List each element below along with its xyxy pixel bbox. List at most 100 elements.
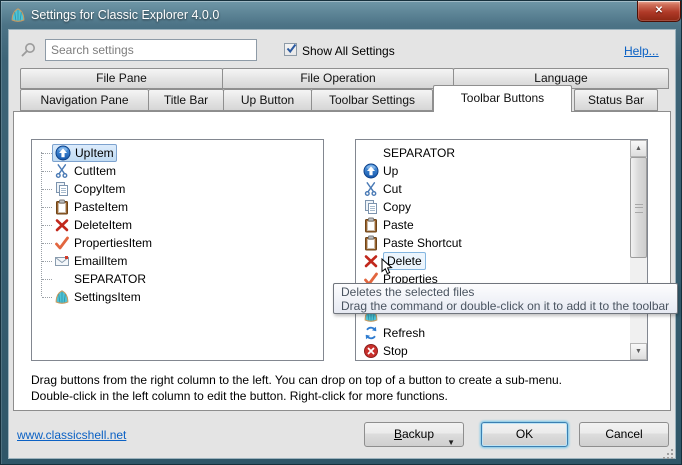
list-item-label: UpItem — [75, 145, 114, 161]
tab-navigation-pane[interactable]: Navigation Pane — [20, 89, 149, 111]
list-item-label: PasteItem — [74, 199, 128, 215]
list-item[interactable]: Cut — [357, 180, 646, 198]
tree-root-line — [41, 152, 42, 296]
list-item[interactable]: SettingsItem — [33, 288, 322, 306]
tab-status-bar[interactable]: Status Bar — [574, 89, 658, 111]
scroll-down-icon: ▼ — [635, 348, 642, 355]
list-item-label: Cut — [383, 181, 402, 197]
cut-icon — [363, 181, 379, 197]
tab-toolbar-buttons[interactable]: Toolbar Buttons — [433, 85, 572, 112]
list-item[interactable]: EmailItem — [33, 252, 322, 270]
list-item-label: SEPARATOR — [383, 145, 455, 161]
scrollbar[interactable]: ▲ ▼ — [630, 140, 647, 360]
delete-icon — [54, 217, 70, 233]
tab-file-operation[interactable]: File Operation — [222, 68, 454, 89]
resize-grip[interactable] — [663, 447, 674, 458]
list-item[interactable]: PropertiesItem — [33, 234, 322, 252]
list-item-label: Paste — [383, 217, 414, 233]
list-item-label: CutItem — [74, 163, 116, 179]
scroll-up-icon: ▲ — [635, 145, 642, 152]
ok-button[interactable]: OK — [481, 422, 568, 447]
show-all-checkbox[interactable] — [284, 43, 297, 56]
up-icon — [363, 163, 379, 179]
current-buttons-list[interactable]: UpItem CutItemCopyItemPasteItemDeleteItem… — [31, 139, 324, 361]
list-item[interactable]: PasteItem — [33, 198, 322, 216]
list-item-label: Copy — [383, 199, 411, 215]
paste-icon — [363, 217, 379, 233]
list-item[interactable]: CopyItem — [33, 180, 322, 198]
backup-button[interactable]: Backup ▼ — [364, 422, 464, 447]
tree-branch-line — [42, 243, 52, 244]
settings-window: Settings for Classic Explorer 4.0.0 ✕ Sh… — [0, 0, 682, 465]
copy-icon — [54, 181, 70, 197]
tab-file-pane[interactable]: File Pane — [20, 68, 223, 89]
list-item[interactable]: Paste — [357, 216, 646, 234]
tree-branch-line — [42, 297, 52, 298]
shell-icon — [54, 289, 70, 305]
list-item-label: Stop — [383, 343, 408, 359]
search-icon — [19, 41, 37, 59]
copy-icon — [363, 199, 379, 215]
list-item-label: SettingsItem — [74, 289, 141, 305]
list-item-label: SEPARATOR — [74, 271, 146, 287]
stop-icon — [363, 343, 379, 359]
list-item[interactable]: SEPARATOR — [357, 144, 646, 162]
up-icon — [55, 145, 71, 161]
dropdown-arrow-icon: ▼ — [447, 431, 455, 454]
tab-up-button[interactable]: Up Button — [223, 89, 312, 111]
list-item[interactable]: Stop — [357, 342, 646, 359]
close-button[interactable]: ✕ — [637, 1, 681, 22]
website-link[interactable]: www.classicshell.net — [17, 428, 126, 442]
list-item[interactable]: Paste Shortcut — [357, 234, 646, 252]
list-item-label: EmailItem — [74, 253, 127, 269]
tree-branch-line — [42, 225, 52, 226]
blank-icon — [363, 145, 379, 161]
blank-icon — [54, 271, 70, 287]
tooltip: Deletes the selected files Drag the comm… — [333, 283, 678, 314]
tree-branch-line — [42, 279, 52, 280]
instructions-line1: Drag buttons from the right column to th… — [31, 372, 562, 388]
tree-branch-line — [42, 261, 52, 262]
tooltip-line2: Drag the command or double-click on it t… — [341, 299, 670, 313]
help-link[interactable]: Help... — [624, 44, 659, 58]
scrollbar-thumb[interactable] — [630, 157, 647, 258]
list-item-label: PropertiesItem — [74, 235, 152, 251]
scrollbar-up-button[interactable]: ▲ — [630, 140, 647, 157]
available-commands-list[interactable]: SEPARATOR Up Cut Copy Paste Paste ShortcutDel… — [355, 139, 648, 361]
list-item[interactable]: Up — [357, 162, 646, 180]
close-icon: ✕ — [655, 5, 663, 16]
paste-icon — [54, 199, 70, 215]
list-item[interactable]: CutItem — [33, 162, 322, 180]
cut-icon — [54, 163, 70, 179]
check-icon — [285, 42, 298, 55]
list-item[interactable]: Refresh — [357, 324, 646, 342]
tooltip-line1: Deletes the selected files — [341, 285, 670, 299]
tab-toolbar-settings[interactable]: Toolbar Settings — [311, 89, 433, 111]
instructions-line2: Double-click in the left column to edit … — [31, 388, 562, 404]
scrollbar-down-button[interactable]: ▼ — [630, 343, 647, 360]
tree-branch-line — [42, 189, 52, 190]
list-item-label: Refresh — [383, 325, 425, 341]
tab-title-bar[interactable]: Title Bar — [148, 89, 224, 111]
list-item-label: Up — [383, 163, 398, 179]
delete-icon — [363, 253, 379, 269]
tree-branch-line — [42, 207, 52, 208]
tree-branch-line — [42, 171, 52, 172]
properties-icon — [54, 235, 70, 251]
search-input[interactable] — [45, 39, 257, 61]
tree-branch-line — [42, 153, 52, 154]
refresh-icon — [363, 325, 379, 341]
list-item[interactable]: Copy — [357, 198, 646, 216]
list-item-label: Paste Shortcut — [383, 235, 462, 251]
list-item[interactable]: SEPARATOR — [33, 270, 322, 288]
scrollbar-grip-icon — [635, 204, 643, 213]
list-item[interactable]: Delete — [357, 252, 646, 270]
list-item[interactable]: UpItem — [33, 144, 322, 162]
window-title: Settings for Classic Explorer 4.0.0 — [31, 8, 219, 22]
mouse-cursor-icon — [381, 258, 393, 276]
app-shell-icon — [10, 7, 26, 23]
list-item[interactable]: DeleteItem — [33, 216, 322, 234]
cancel-button[interactable]: Cancel — [579, 422, 669, 447]
email-icon — [54, 253, 70, 269]
show-all-label: Show All Settings — [302, 44, 395, 58]
